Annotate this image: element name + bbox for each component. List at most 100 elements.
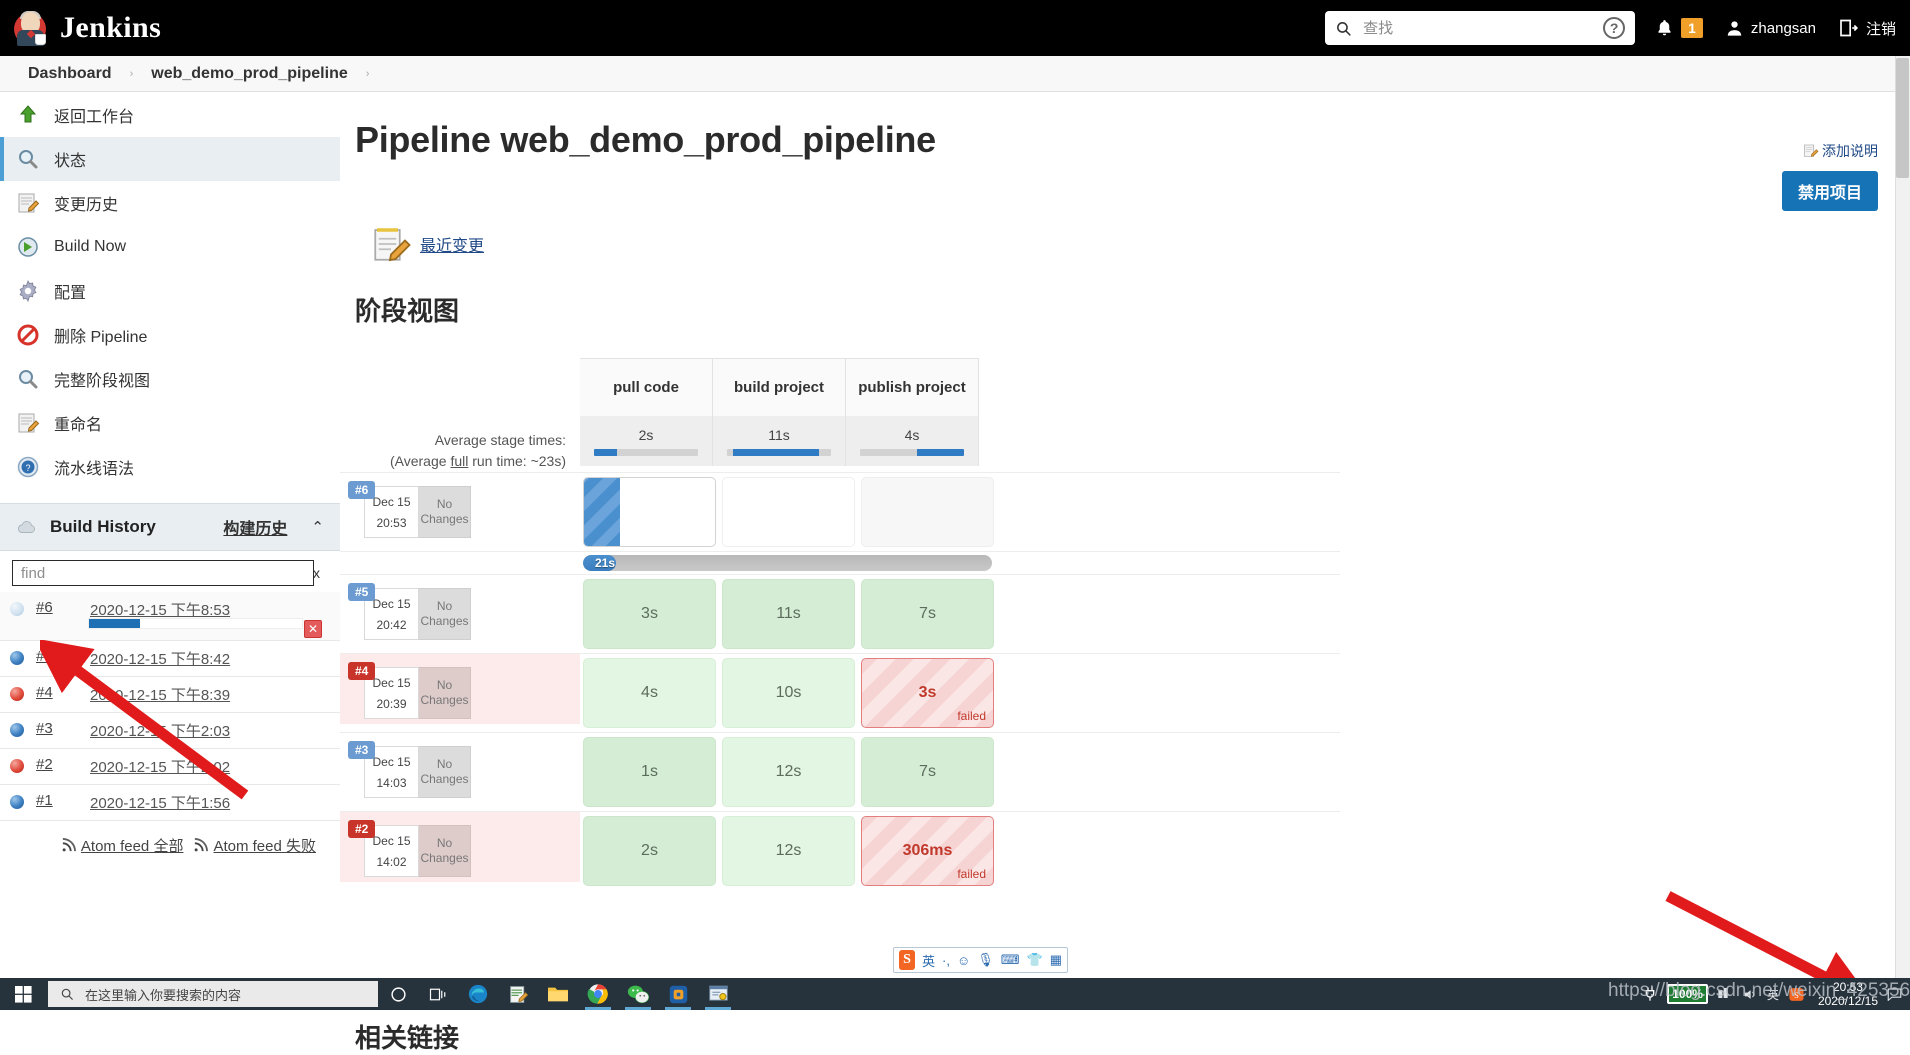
build-history-row[interactable]: #1 2020-12-15 下午1:56 bbox=[0, 785, 340, 821]
build-date-link[interactable]: 2020-12-15 下午2:02 bbox=[90, 756, 230, 777]
sidebar-item-build-now[interactable]: Build Now bbox=[0, 225, 340, 269]
wechat-icon[interactable] bbox=[618, 978, 658, 1010]
sidebar-item-pipeline-syntax[interactable]: ? 流水线语法 bbox=[0, 445, 340, 489]
sidebar-item-delete-pipeline[interactable]: 删除 Pipeline bbox=[0, 313, 340, 357]
notepad-icon[interactable] bbox=[498, 978, 538, 1010]
stage-cell-build-project-4[interactable]: 10s bbox=[722, 658, 855, 728]
user-menu[interactable]: zhangsan bbox=[1725, 19, 1816, 38]
breadcrumb-item-dashboard[interactable]: Dashboard bbox=[22, 63, 118, 85]
smiley-icon[interactable]: ☺ bbox=[957, 953, 970, 968]
find-clear-icon[interactable]: x bbox=[313, 565, 320, 581]
build-number-link[interactable]: #2 bbox=[36, 756, 78, 773]
windows-logo-icon[interactable] bbox=[0, 978, 46, 1010]
sidebar-item-rename[interactable]: 重命名 bbox=[0, 401, 340, 445]
build-date-link[interactable]: 2020-12-15 下午2:03 bbox=[90, 720, 230, 741]
build-history-header[interactable]: Build History 构建历史 ⌃ bbox=[0, 503, 340, 551]
stage-cell-publish-project-4[interactable]: 3s failed bbox=[861, 658, 994, 728]
battery-indicator[interactable]: 100% bbox=[1667, 984, 1708, 1004]
stage-cell-pull-code-4[interactable]: 4s bbox=[583, 658, 716, 728]
stop-build-icon[interactable]: ✕ bbox=[304, 620, 322, 638]
task-view-icon[interactable] bbox=[418, 978, 458, 1010]
atom-feed-all-link[interactable]: Atom feed 全部 bbox=[61, 835, 183, 856]
build-history-row[interactable]: #6 2020-12-15 下午8:53 ✕ bbox=[0, 592, 340, 641]
stage-cell-pull-code-2[interactable]: 2s bbox=[583, 816, 716, 886]
recent-changes-link[interactable]: 最近变更 bbox=[420, 232, 484, 256]
sidebar-item-status[interactable]: 状态 bbox=[0, 137, 340, 181]
stage-cell-pull-code-5[interactable]: 3s bbox=[583, 579, 716, 649]
cortana-circle-icon[interactable] bbox=[378, 978, 418, 1010]
stage-build-row-2[interactable]: #2 Dec 15 14:02 No Changes 2s 12s 306ms … bbox=[340, 811, 1340, 890]
build-number-badge[interactable]: #5 bbox=[348, 583, 376, 601]
build-number-link[interactable]: #4 bbox=[36, 684, 78, 701]
chrome-icon[interactable] bbox=[578, 978, 618, 1010]
power-plug-icon[interactable] bbox=[1642, 986, 1658, 1002]
stage-build-row-6[interactable]: #6 Dec 15 20:53 No Changes bbox=[340, 472, 1340, 551]
build-history-row[interactable]: #4 2020-12-15 下午8:39 bbox=[0, 677, 340, 713]
shirt-icon[interactable]: 👕 bbox=[1027, 952, 1043, 968]
help-icon[interactable]: ? bbox=[1603, 17, 1626, 39]
build-date-link[interactable]: 2020-12-15 下午8:39 bbox=[90, 684, 230, 705]
build-changes-box[interactable]: No Changes bbox=[419, 588, 471, 640]
ime-mode-toggle[interactable]: 英 bbox=[922, 951, 935, 970]
build-changes-box[interactable]: No Changes bbox=[419, 746, 471, 798]
keyboard-icon[interactable]: ⌨ bbox=[1001, 952, 1020, 968]
stage-build-row-3[interactable]: #3 Dec 15 14:03 No Changes 1s 12s 7s bbox=[340, 732, 1340, 811]
page-scrollbar-thumb[interactable] bbox=[1896, 58, 1909, 178]
stage-cell-build-project-6[interactable] bbox=[722, 477, 855, 547]
volume-icon[interactable] bbox=[1742, 987, 1758, 1002]
microphone-icon[interactable]: 🎙 bbox=[977, 952, 994, 968]
ime-tray-label[interactable]: 英 bbox=[1767, 986, 1779, 1003]
atom-feed-failed-link[interactable]: Atom feed 失败 bbox=[193, 835, 316, 856]
sidebar-item-configure[interactable]: 配置 bbox=[0, 269, 340, 313]
build-number-badge[interactable]: #3 bbox=[348, 741, 376, 759]
taskbar-clock[interactable]: 20:53 2020/12/15 bbox=[1814, 980, 1878, 1008]
network-icon[interactable] bbox=[1717, 987, 1733, 1001]
file-explorer-icon[interactable] bbox=[538, 978, 578, 1010]
logout-button[interactable]: 注销 bbox=[1838, 18, 1896, 39]
build-history-find-input[interactable] bbox=[12, 560, 314, 586]
add-description-link[interactable]: 添加说明 bbox=[1782, 141, 1878, 161]
build-changes-box[interactable]: No Changes bbox=[419, 486, 471, 538]
build-history-link[interactable]: 构建历史 bbox=[223, 515, 287, 539]
sidebar-item-back-to-dashboard[interactable]: 返回工作台 bbox=[0, 93, 340, 137]
notifications-button[interactable]: 1 bbox=[1655, 18, 1703, 38]
build-date-link[interactable]: 2020-12-15 下午8:42 bbox=[90, 648, 230, 669]
build-history-row[interactable]: #5 2020-12-15 下午8:42 bbox=[0, 641, 340, 677]
notification-icon[interactable] bbox=[1887, 987, 1902, 1001]
build-history-row[interactable]: #3 2020-12-15 下午2:03 bbox=[0, 713, 340, 749]
build-history-row[interactable]: #2 2020-12-15 下午2:02 bbox=[0, 749, 340, 785]
punctuation-icon[interactable]: ·, bbox=[942, 953, 950, 968]
build-number-badge[interactable]: #2 bbox=[348, 820, 376, 838]
stage-cell-publish-project-3[interactable]: 7s bbox=[861, 737, 994, 807]
stage-cell-build-project-5[interactable]: 11s bbox=[722, 579, 855, 649]
build-number-badge[interactable]: #4 bbox=[348, 662, 376, 680]
stage-cell-publish-project-5[interactable]: 7s bbox=[861, 579, 994, 649]
vmware-icon[interactable] bbox=[658, 978, 698, 1010]
breadcrumb-item-pipeline[interactable]: web_demo_prod_pipeline bbox=[145, 63, 353, 85]
build-number-link[interactable]: #3 bbox=[36, 720, 78, 737]
build-changes-box[interactable]: No Changes bbox=[419, 825, 471, 877]
build-number-link[interactable]: #1 bbox=[36, 792, 78, 809]
stage-cell-build-project-2[interactable]: 12s bbox=[722, 816, 855, 886]
grid-apps-icon[interactable]: ▦ bbox=[1050, 952, 1062, 968]
brand-home-link[interactable]: Jenkins bbox=[0, 9, 161, 47]
disable-project-button[interactable]: 禁用项目 bbox=[1781, 171, 1878, 211]
sidebar-item-change-history[interactable]: 变更历史 bbox=[0, 181, 340, 225]
taskbar-search-box[interactable]: 在这里输入你要搜索的内容 bbox=[48, 981, 378, 1007]
stage-cell-pull-code-6[interactable] bbox=[583, 477, 716, 547]
stage-build-row-4[interactable]: #4 Dec 15 20:39 No Changes 4s 10s 3s fai… bbox=[340, 653, 1340, 732]
xshell-icon[interactable] bbox=[698, 978, 738, 1010]
build-number-link[interactable]: #5 bbox=[36, 648, 78, 665]
build-number-badge[interactable]: #6 bbox=[348, 481, 376, 499]
chevron-up-icon[interactable]: ⌃ bbox=[311, 518, 324, 536]
stage-cell-publish-project-2[interactable]: 306ms failed bbox=[861, 816, 994, 886]
search-input[interactable] bbox=[1361, 18, 1604, 38]
sidebar-item-full-stage-view[interactable]: 完整阶段视图 bbox=[0, 357, 340, 401]
build-date-link[interactable]: 2020-12-15 下午8:53 bbox=[90, 599, 230, 620]
stage-cell-build-project-3[interactable]: 12s bbox=[722, 737, 855, 807]
build-changes-box[interactable]: No Changes bbox=[419, 667, 471, 719]
build-number-link[interactable]: #6 bbox=[36, 599, 78, 616]
search-box[interactable]: ? bbox=[1325, 11, 1636, 45]
page-scrollbar-track[interactable] bbox=[1895, 56, 1910, 978]
build-date-link[interactable]: 2020-12-15 下午1:56 bbox=[90, 792, 230, 813]
